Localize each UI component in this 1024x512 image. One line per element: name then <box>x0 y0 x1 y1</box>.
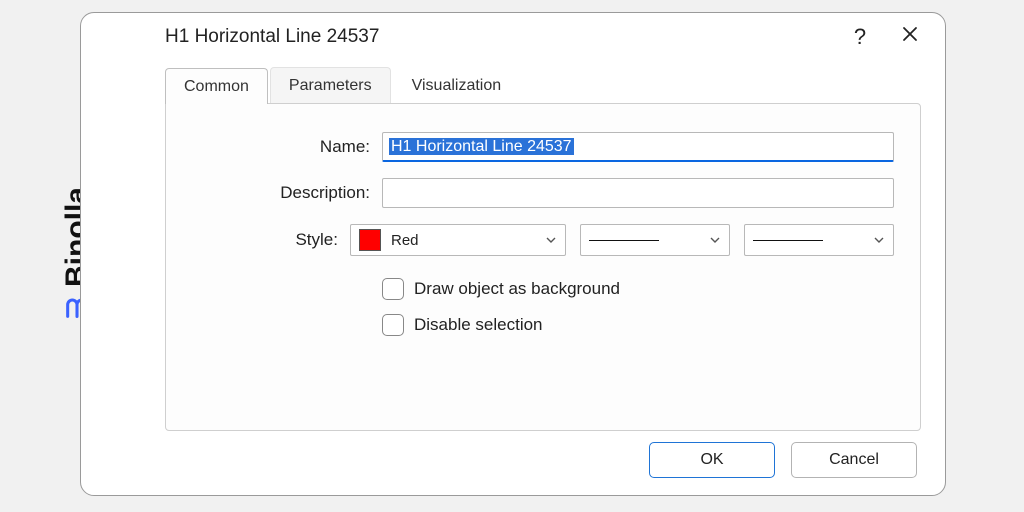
line-width-preview <box>753 240 823 241</box>
color-select[interactable]: Red <box>350 224 566 256</box>
tab-bar: Common Parameters Visualization <box>165 61 921 103</box>
name-label: Name: <box>192 137 382 157</box>
properties-dialog: H1 Horizontal Line 24537 ? Common <box>80 12 946 496</box>
disable-selection-label: Disable selection <box>414 315 543 335</box>
tab-parameters-label: Parameters <box>289 77 372 94</box>
ok-button-label: OK <box>700 451 723 469</box>
close-icon <box>901 25 919 49</box>
color-swatch <box>359 229 381 251</box>
dialog-titlebar: H1 Horizontal Line 24537 ? <box>81 13 945 61</box>
chevron-down-icon <box>709 234 721 246</box>
description-label: Description: <box>192 183 382 203</box>
help-button[interactable]: ? <box>835 17 885 57</box>
color-select-value: Red <box>391 232 419 249</box>
cancel-button-label: Cancel <box>829 451 879 469</box>
line-style-select[interactable] <box>580 224 730 256</box>
style-label: Style: <box>192 230 350 250</box>
disable-selection-checkbox[interactable] <box>382 314 404 336</box>
name-input[interactable]: H1 Horizontal Line 24537 <box>382 132 894 162</box>
dialog-footer: OK Cancel <box>81 431 945 495</box>
dialog-title: H1 Horizontal Line 24537 <box>165 26 835 48</box>
description-input[interactable] <box>382 178 894 208</box>
tab-common-label: Common <box>184 78 249 95</box>
tab-visualization[interactable]: Visualization <box>393 67 521 103</box>
help-icon: ? <box>854 24 866 50</box>
draw-as-background-label: Draw object as background <box>414 279 620 299</box>
description-input-value <box>389 179 887 207</box>
cancel-button[interactable]: Cancel <box>791 442 917 478</box>
name-input-value: H1 Horizontal Line 24537 <box>389 138 574 155</box>
chevron-down-icon <box>873 234 885 246</box>
tab-panel-common: Name: H1 Horizontal Line 24537 Descripti… <box>165 103 921 431</box>
tab-parameters[interactable]: Parameters <box>270 67 391 103</box>
tab-common[interactable]: Common <box>165 68 268 104</box>
line-style-preview <box>589 240 659 241</box>
draw-as-background-checkbox[interactable] <box>382 278 404 300</box>
close-button[interactable] <box>885 17 935 57</box>
ok-button[interactable]: OK <box>649 442 775 478</box>
tab-visualization-label: Visualization <box>412 77 502 94</box>
chevron-down-icon <box>545 234 557 246</box>
line-width-select[interactable] <box>744 224 894 256</box>
